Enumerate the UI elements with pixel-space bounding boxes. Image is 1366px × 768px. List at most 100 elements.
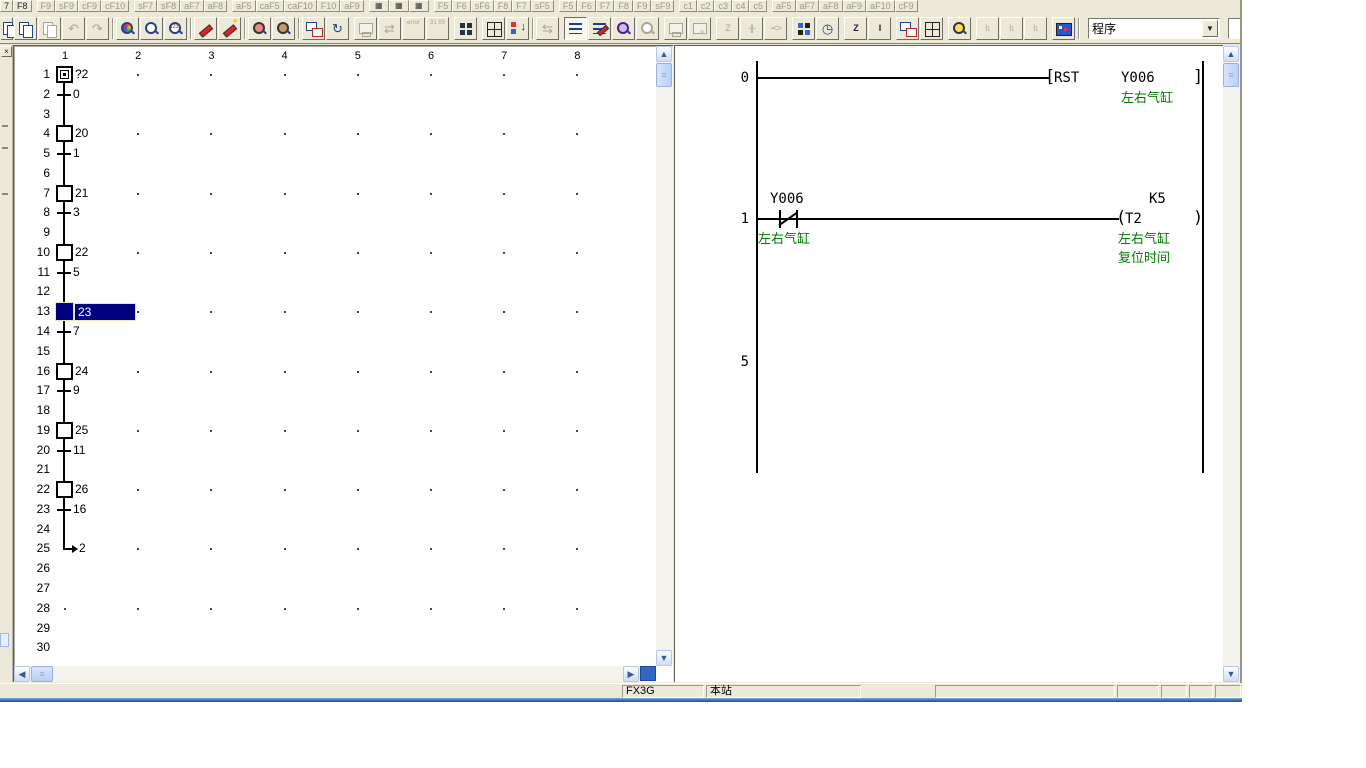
fkey-button-f9[interactable]: F9 <box>37 0 56 12</box>
sfc-transition[interactable] <box>57 153 71 155</box>
redo-button[interactable]: ↷ <box>86 17 109 40</box>
fkey-button-af5[interactable]: aF5 <box>232 0 256 12</box>
sfc-selected-label[interactable]: 23 <box>74 303 136 321</box>
edit-find-button[interactable] <box>636 17 659 40</box>
sfc-step-selected[interactable] <box>56 303 73 320</box>
fkey-button-c2[interactable]: c2 <box>697 0 715 12</box>
paste-button[interactable] <box>38 17 61 40</box>
sfc-step[interactable] <box>56 125 73 142</box>
fkey-button-f8[interactable]: F8 <box>614 0 633 12</box>
zoom-find-button[interactable] <box>612 17 635 40</box>
fkey-button-f6[interactable]: F6 <box>452 0 471 12</box>
zoom-block-icon[interactable]: ▦ <box>389 0 409 12</box>
sfc-edit-button[interactable] <box>588 17 611 40</box>
sfc-transition[interactable] <box>57 272 71 274</box>
sfc-jump-label[interactable]: 2 <box>79 541 86 555</box>
find-replace-button[interactable] <box>116 17 139 40</box>
fkey-button-7[interactable]: 7 <box>0 0 13 12</box>
fkey-button-caf10[interactable]: caF10 <box>284 0 317 12</box>
close-icon[interactable]: × <box>1 46 12 57</box>
fkey-button-af7[interactable]: aF7 <box>796 0 820 12</box>
program-type-combo[interactable]: 程序▼ <box>1088 18 1220 39</box>
time-chart-button[interactable]: ◷ <box>816 17 839 40</box>
scroll-down-icon[interactable]: ▼ <box>656 650 672 666</box>
fkey-button-f8[interactable]: F8 <box>13 0 32 12</box>
scroll-thumb[interactable] <box>1223 63 1239 87</box>
fkey-button-c4[interactable]: c4 <box>732 0 750 12</box>
sfc-transition[interactable] <box>57 390 71 392</box>
zoom-out-button[interactable] <box>272 17 295 40</box>
sfc-diagram[interactable]: 1234567812345678910111213141516171819202… <box>16 47 655 666</box>
panel-scroll-fragment[interactable] <box>0 633 9 647</box>
sfc-step[interactable] <box>56 363 73 380</box>
sfc-editor-pane[interactable]: 1234567812345678910111213141516171819202… <box>13 45 673 682</box>
fkey-button-f9[interactable]: F9 <box>633 0 652 12</box>
sfc-step[interactable] <box>56 481 73 498</box>
scroll-up-icon[interactable]: ▲ <box>1223 46 1239 62</box>
fkey-button-f8[interactable]: F8 <box>494 0 513 12</box>
sfc-view-button[interactable] <box>564 17 587 40</box>
program-block-button[interactable] <box>454 17 477 40</box>
sfc-step[interactable] <box>56 244 73 261</box>
fkey-button-af10[interactable]: aF10 <box>866 0 895 12</box>
ladder-editor-pane[interactable]: 0 [ RST Y006 ] 左右气缸 1 Y006 左右气缸 K5 ( T2 … <box>674 45 1223 682</box>
plc-write-button[interactable] <box>354 17 377 40</box>
sfc-transition[interactable] <box>57 331 71 333</box>
fkey-button-af9[interactable]: aF9 <box>340 0 364 12</box>
sfc-initial-step[interactable] <box>56 66 73 83</box>
monitor-stop-button[interactable] <box>688 17 711 40</box>
fkey-button-sf7[interactable]: sF7 <box>134 0 157 12</box>
window-tile-button[interactable] <box>920 17 943 40</box>
zoom-in-button[interactable] <box>248 17 271 40</box>
error-check-button[interactable]: error <box>402 17 425 40</box>
fkey-button-f10[interactable]: F10 <box>317 0 341 12</box>
sfc-vertical-scrollbar[interactable]: ▲ ▼ <box>656 46 673 666</box>
sfc-step[interactable] <box>56 422 73 439</box>
fkey-button-sf9[interactable]: sF9 <box>651 0 674 12</box>
splitter-box[interactable] <box>640 666 656 681</box>
monitor-start-button[interactable] <box>664 17 687 40</box>
chevron-down-icon[interactable]: ▼ <box>1202 20 1218 37</box>
step-number-button[interactable]: 31 89 <box>426 17 449 40</box>
window-cascade-button[interactable] <box>896 17 919 40</box>
fkey-button-sf8[interactable]: sF8 <box>157 0 180 12</box>
plc-verify-button[interactable]: ⇄ <box>378 17 401 40</box>
list-block-icon[interactable]: ▦ <box>409 0 429 12</box>
grid-display-button[interactable] <box>482 17 505 40</box>
fkey-button-f7[interactable]: F7 <box>512 0 531 12</box>
scroll-thumb[interactable] <box>656 63 672 87</box>
device-find-button[interactable] <box>140 17 163 40</box>
block-list-button[interactable] <box>792 17 815 40</box>
fkey-button-c5[interactable]: c5 <box>749 0 767 12</box>
fkey-button-af7[interactable]: aF7 <box>180 0 204 12</box>
second-combo[interactable] <box>1228 18 1240 39</box>
step-jump-button[interactable]: Z <box>844 17 867 40</box>
fkey-button-af8[interactable]: aF8 <box>204 0 228 12</box>
rst-device[interactable]: Y006 <box>1121 70 1155 86</box>
fkey-button-cf10[interactable]: cF10 <box>101 0 129 12</box>
find-contact-coil-button[interactable]: 123 <box>164 17 187 40</box>
fkey-button-f7[interactable]: F7 <box>596 0 615 12</box>
fkey-button-f6[interactable]: F6 <box>577 0 596 12</box>
fkey-button-cf9[interactable]: cF9 <box>78 0 101 12</box>
window-switch-button[interactable] <box>302 17 325 40</box>
fkey-button-sf6[interactable]: sF6 <box>471 0 494 12</box>
step-return-button[interactable]: I <box>868 17 891 40</box>
sort-block-button[interactable] <box>506 17 529 40</box>
fkey-button-f5[interactable]: F5 <box>434 0 453 12</box>
fkey-button-f5[interactable]: F5 <box>559 0 578 12</box>
insert-mode-button[interactable] <box>218 17 241 40</box>
contact-device[interactable]: Y006 <box>770 191 804 207</box>
fkey-button-af5[interactable]: aF5 <box>772 0 796 12</box>
sfc-transition[interactable] <box>57 450 71 452</box>
fkey-button-c3[interactable]: c3 <box>714 0 732 12</box>
sfc-transition[interactable] <box>57 212 71 214</box>
sfc-transition[interactable] <box>57 94 71 96</box>
sfc-horizontal-scrollbar[interactable]: ◀ ▶ <box>14 666 656 682</box>
sfc-block-icon[interactable]: ▦ <box>369 0 389 12</box>
fkey-button-sf5[interactable]: sF5 <box>531 0 554 12</box>
fkey-button-sf9[interactable]: sF9 <box>55 0 78 12</box>
coil-device[interactable]: T2 <box>1125 211 1142 227</box>
fkey-button-c1[interactable]: c1 <box>679 0 697 12</box>
copy-button[interactable] <box>14 17 37 40</box>
